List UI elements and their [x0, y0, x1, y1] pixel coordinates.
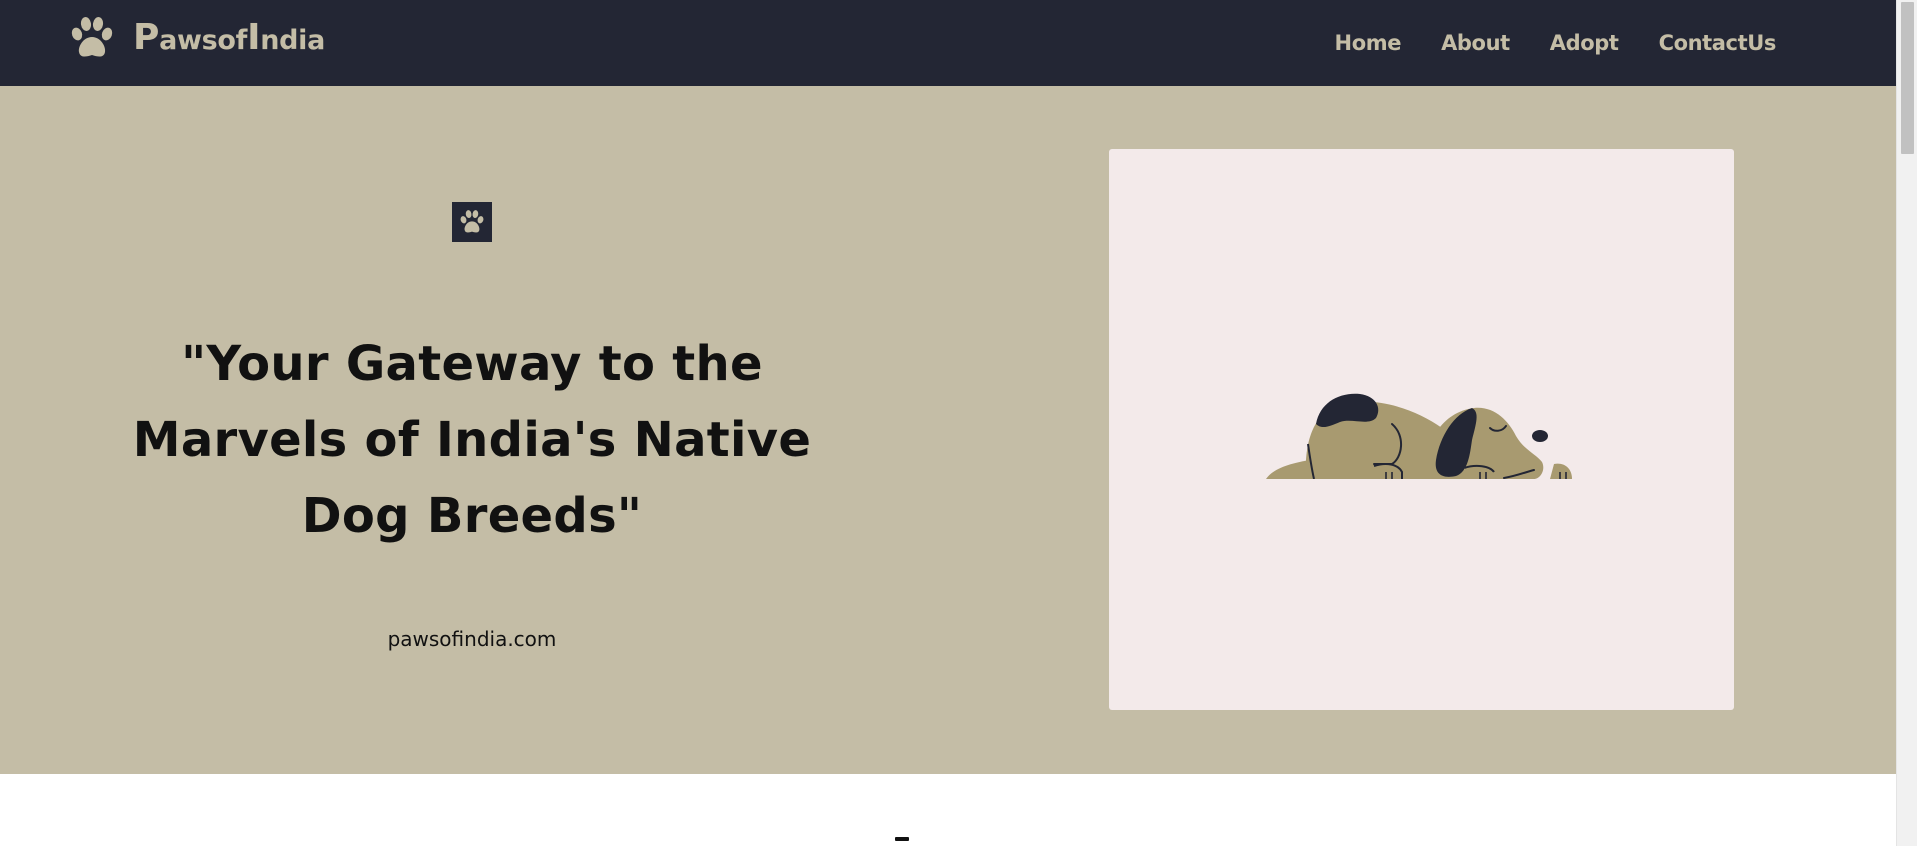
hero-paw-badge	[452, 202, 492, 242]
page: PawsofIndia Home About Adopt ContactUs "…	[0, 0, 1917, 846]
hero-section: "Your Gateway to the Marvels of India's …	[0, 86, 1896, 774]
brand-name: PawsofIndia	[133, 20, 325, 56]
paw-icon	[460, 210, 484, 233]
brand-logo-link[interactable]: PawsofIndia	[69, 16, 325, 60]
hero-site-url: pawsofindia.com	[387, 627, 557, 651]
nav-link-adopt[interactable]: Adopt	[1550, 31, 1619, 55]
nav-links: Home About Adopt ContactUs	[1335, 0, 1777, 86]
brand-part-1: awsof	[159, 25, 248, 56]
nav-link-contactus[interactable]: ContactUs	[1659, 31, 1777, 55]
hero-image-card	[1109, 149, 1734, 710]
hero-title: "Your Gateway to the Marvels of India's …	[132, 336, 812, 544]
scrollbar[interactable]	[1896, 0, 1917, 846]
nav-link-about[interactable]: About	[1441, 31, 1510, 55]
paw-icon	[71, 17, 113, 57]
sleeping-dog-illustration	[1266, 393, 1572, 479]
brand-initial-i: I	[247, 17, 261, 58]
brand-part-2: ndia	[260, 25, 326, 56]
section-heading-fragment	[895, 837, 909, 841]
next-section	[0, 774, 1896, 846]
nav-link-home[interactable]: Home	[1335, 31, 1402, 55]
brand-initial-p: P	[133, 17, 160, 58]
scrollbar-thumb[interactable]	[1901, 2, 1914, 154]
navbar: PawsofIndia Home About Adopt ContactUs	[0, 0, 1896, 86]
